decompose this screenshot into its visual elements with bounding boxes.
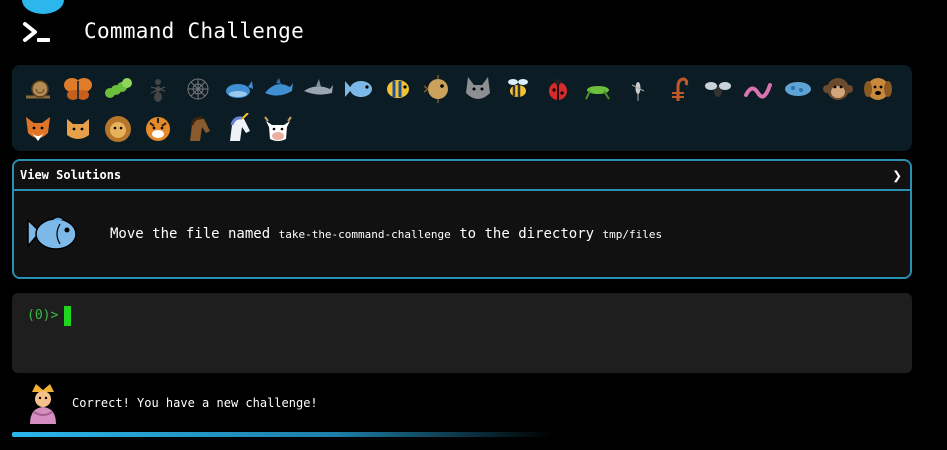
dolphin-icon[interactable] <box>258 69 298 109</box>
cow-icon[interactable] <box>258 109 298 149</box>
terminal-prompt: (0)> <box>27 308 59 323</box>
challenge-directory: tmp/files <box>602 228 663 241</box>
shark-icon[interactable] <box>298 69 338 109</box>
level-selector <box>12 65 912 151</box>
whale-icon[interactable] <box>218 69 258 109</box>
wolf-icon[interactable] <box>458 69 498 109</box>
cricket-icon[interactable] <box>578 69 618 109</box>
challenge-text-part1: Move the file named <box>110 226 279 242</box>
terminal-prompt-icon <box>22 20 52 46</box>
caterpillar-icon[interactable] <box>98 69 138 109</box>
monkey-icon[interactable] <box>818 69 858 109</box>
mosquito-icon[interactable] <box>618 69 658 109</box>
dog-icon[interactable] <box>858 69 898 109</box>
challenge-file-name: take-the-command-challenge <box>278 228 451 241</box>
worm-icon[interactable] <box>738 69 778 109</box>
butterfly-icon[interactable] <box>58 69 98 109</box>
view-solutions-toggle[interactable]: View Solutions ❯ <box>14 161 910 191</box>
genie-icon <box>22 382 64 424</box>
challenge-body: Move the file named take-the-command-cha… <box>14 191 910 277</box>
snail-icon[interactable] <box>18 69 58 109</box>
ladybug-icon[interactable] <box>538 69 578 109</box>
fly-icon[interactable] <box>698 69 738 109</box>
view-solutions-label: View Solutions <box>20 168 122 182</box>
ant-icon[interactable] <box>138 69 178 109</box>
status-text: Correct! You have a new challenge! <box>72 396 318 410</box>
challenge-text-part2: to the directory <box>450 226 603 242</box>
scorpion-icon[interactable] <box>658 69 698 109</box>
tropical-fish-icon[interactable] <box>378 69 418 109</box>
terminal-cursor <box>64 305 72 326</box>
horse-icon[interactable] <box>178 109 218 149</box>
tiger-icon[interactable] <box>138 109 178 149</box>
lion-icon[interactable] <box>98 109 138 149</box>
spider-web-icon[interactable] <box>178 69 218 109</box>
challenge-panel: View Solutions ❯ Move the file named tak… <box>12 159 912 279</box>
progress-bar <box>12 432 552 437</box>
blowfish-icon[interactable] <box>418 69 458 109</box>
fish-icon <box>24 212 80 256</box>
status-message: Correct! You have a new challenge! <box>22 382 318 424</box>
chevron-right-icon: ❯ <box>892 165 902 185</box>
unicorn-icon[interactable] <box>218 109 258 149</box>
cat-icon[interactable] <box>58 109 98 149</box>
fox-icon[interactable] <box>18 109 58 149</box>
app-title: Command Challenge <box>84 19 305 43</box>
terminal-input[interactable]: (0)> <box>12 293 912 373</box>
top-accent-arc <box>22 0 64 14</box>
bee-icon[interactable] <box>498 69 538 109</box>
challenge-description: Move the file named take-the-command-cha… <box>110 226 662 242</box>
microbe-icon[interactable] <box>778 69 818 109</box>
fish-icon[interactable] <box>338 69 378 109</box>
